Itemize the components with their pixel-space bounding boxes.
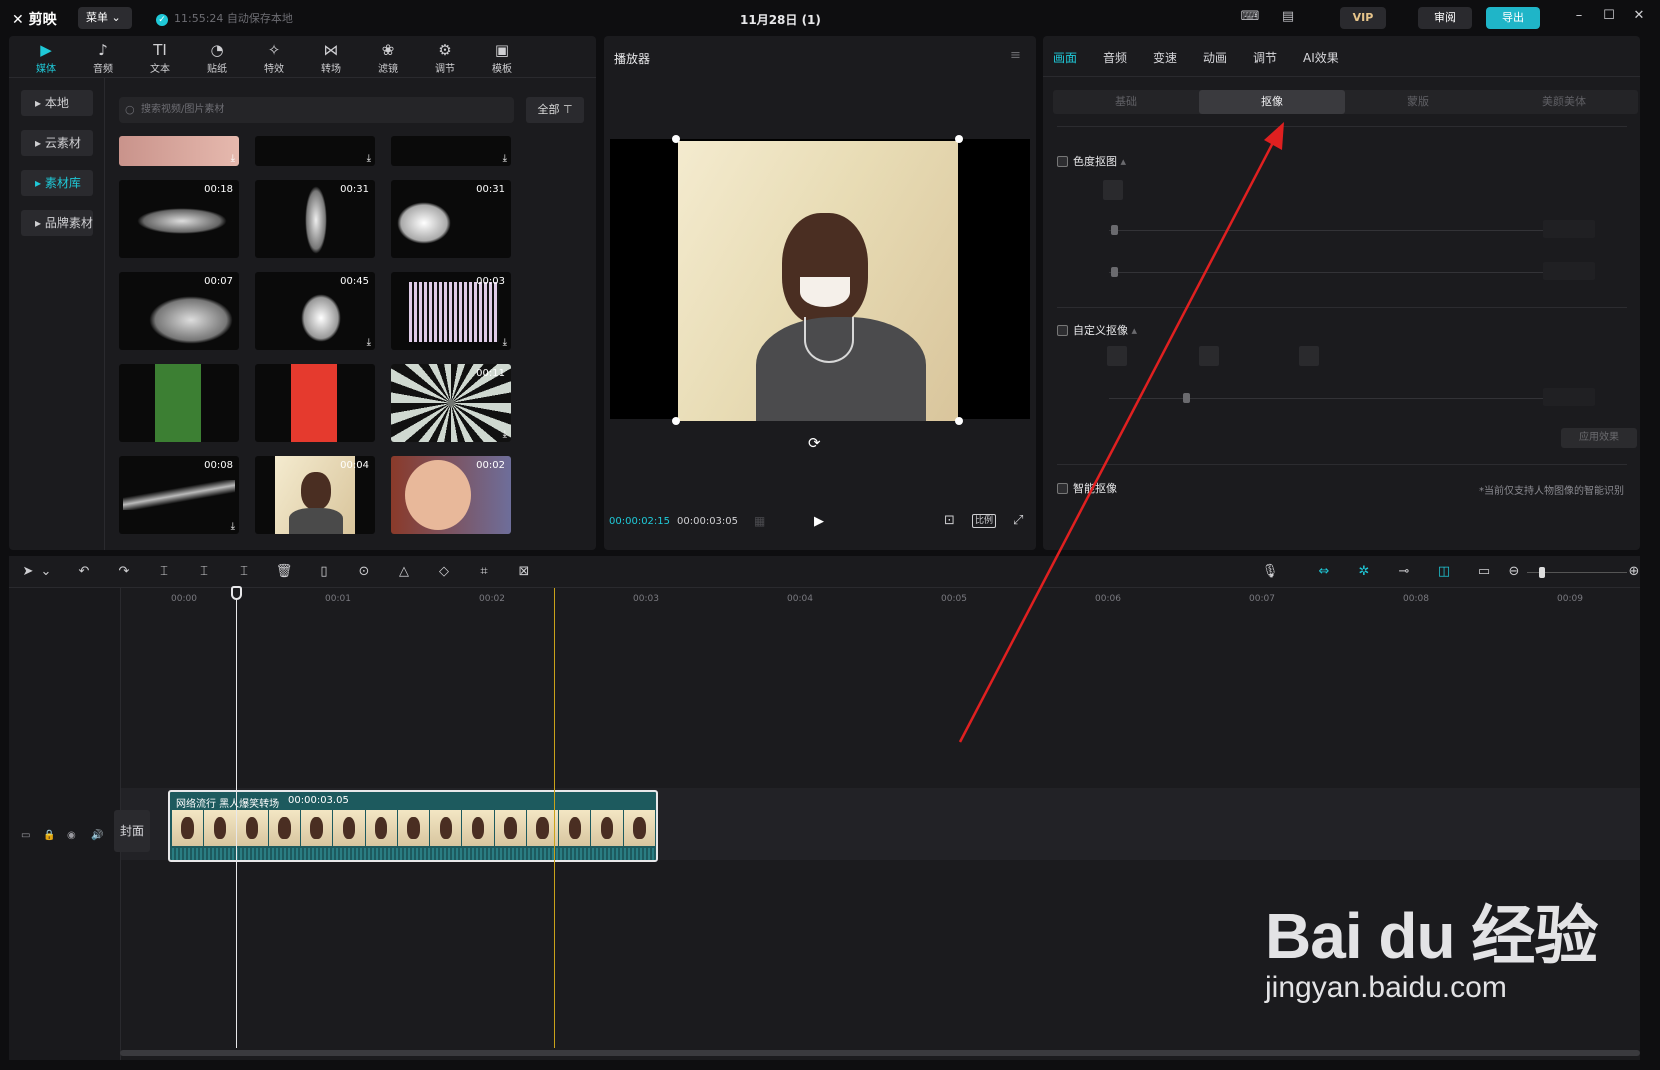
watermark-brand: Bai du 经验 [1265, 900, 1598, 972]
baidu-watermark: Bai du 经验 jingyan.baidu.com [1265, 885, 1598, 1005]
